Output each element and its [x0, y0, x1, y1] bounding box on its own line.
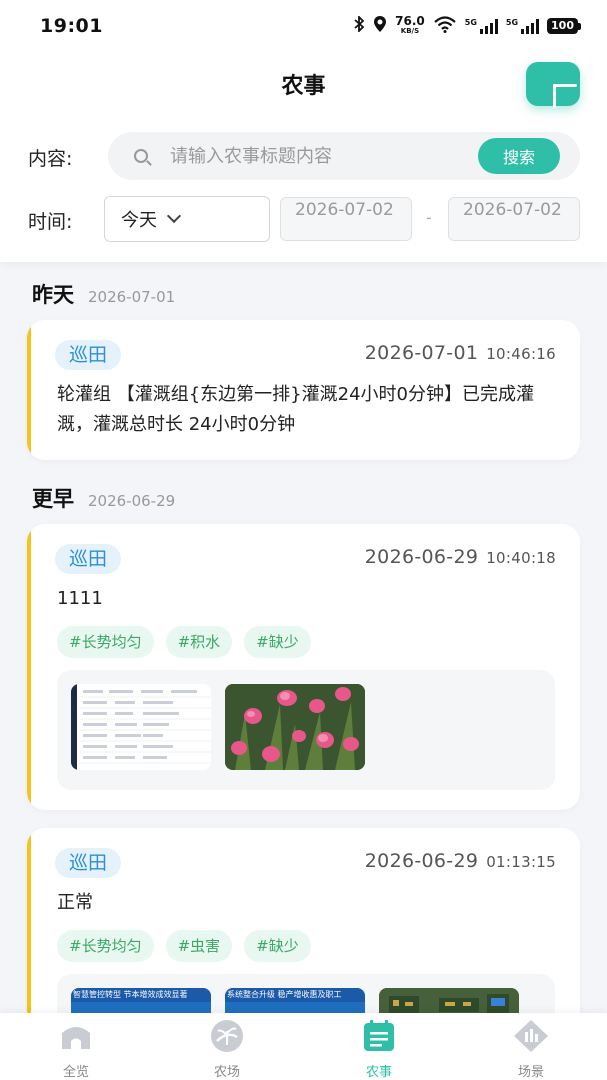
record-datetime: 2026-06-29 01:13:15	[365, 850, 556, 872]
tab-label: 场景	[517, 1065, 544, 1080]
end-date-input[interactable]: 2026-07-02	[448, 197, 580, 241]
tab-label: 全览	[62, 1065, 89, 1080]
section-header: 更早 2026-06-29	[32, 483, 175, 513]
record-card[interactable]: 巡田 2026-06-29 10:40:18 1111 #长势均匀 #积水 #缺少	[27, 524, 580, 810]
start-date-input[interactable]: 2026-07-02	[280, 197, 412, 241]
location-icon	[373, 15, 387, 37]
content-label: 内容:	[28, 148, 73, 170]
date-separator: -	[426, 208, 432, 227]
network-speed: 76.0 KB/S	[395, 14, 425, 35]
farm-records-icon	[359, 1019, 399, 1057]
time-range-select[interactable]: 今天	[104, 196, 270, 242]
tulip-flowers-image[interactable]	[225, 684, 365, 770]
cellular-signal-icon: 5G	[465, 18, 498, 34]
tab-overview[interactable]: 全览	[36, 1019, 116, 1080]
record-text: 轮灌组 【灌溉组{东边第一排}灌溉24小时0分钟】已完成灌溉，灌溉总时长 24小…	[57, 384, 534, 435]
record-card[interactable]: 巡田 2026-07-01 10:46:16 轮灌组 【灌溉组{东边第一排}灌溉2…	[27, 320, 580, 460]
record-type-tag: 巡田	[55, 848, 122, 878]
record-text: 1111	[57, 588, 103, 609]
record-type-tag: 巡田	[55, 340, 122, 370]
battery-icon: 100	[547, 18, 581, 34]
tab-label: 农场	[213, 1065, 240, 1080]
bluetooth-icon	[353, 14, 365, 36]
record-text: 正常	[57, 892, 93, 913]
section-header: 昨天 2026-07-01	[32, 279, 175, 309]
record-date: 2026-06-29	[364, 850, 479, 872]
cellular-signal-icon: 5G	[506, 18, 540, 34]
tab-bar: 全览 农场 农事 场景	[0, 1013, 607, 1080]
record-date: 2026-06-29	[364, 546, 479, 568]
section-date: 2026-07-01	[88, 288, 176, 306]
hashtag: #积水	[165, 626, 233, 658]
scene-icon	[511, 1019, 551, 1057]
tab-farm-records[interactable]: 农事	[339, 1019, 419, 1080]
header: 农事 内容: 搜索 时间: 今天 2026-07-02 - 2026-07-02	[0, 52, 607, 262]
time-label: 时间:	[28, 211, 73, 233]
farm-icon	[207, 1019, 247, 1057]
tab-farm[interactable]: 农场	[187, 1019, 267, 1080]
record-time: 10:40:18	[486, 549, 556, 567]
hashtag: #缺少	[244, 930, 311, 962]
chevron-down-icon	[166, 208, 182, 224]
search-button[interactable]: 搜索	[478, 138, 560, 174]
record-time: 01:13:15	[486, 853, 556, 871]
record-time: 10:46:16	[486, 345, 556, 363]
hashtag-list: #长势均匀 #积水 #缺少	[57, 626, 311, 658]
banner-caption: 智慧管控转型 节本增效成效显著	[71, 988, 211, 1002]
banner-caption: 系统整合升级 稳产增收惠及职工	[225, 988, 365, 1002]
status-icons: 76.0 KB/S 5G 5G 100	[353, 14, 581, 37]
add-record-button[interactable]	[526, 62, 580, 108]
hashtag: #虫害	[165, 930, 233, 962]
record-datetime: 2026-06-29 10:40:18	[365, 546, 556, 568]
hashtag-list: #长势均匀 #虫害 #缺少	[57, 930, 311, 962]
page-title: 农事	[281, 74, 326, 99]
hashtag: #缺少	[244, 626, 311, 658]
search-input[interactable]	[170, 145, 470, 167]
search-bar: 搜索	[108, 132, 580, 180]
time-range-value: 今天	[121, 210, 157, 231]
card-accent-stripe	[27, 320, 31, 460]
search-icon	[134, 149, 148, 163]
record-date: 2026-07-01	[364, 342, 479, 364]
tab-label: 农事	[365, 1065, 392, 1080]
hashtag: #长势均匀	[57, 930, 154, 962]
record-datetime: 2026-07-01 10:46:16	[365, 342, 556, 364]
section-title: 昨天	[32, 283, 74, 307]
tab-scene[interactable]: 场景	[491, 1019, 571, 1080]
section-title: 更早	[32, 487, 74, 511]
table-screenshot-image[interactable]	[71, 684, 211, 770]
wifi-icon	[433, 15, 457, 37]
photo-gallery	[57, 670, 555, 790]
hashtag: #长势均匀	[57, 626, 154, 658]
card-accent-stripe	[27, 524, 31, 810]
home-icon	[56, 1019, 96, 1057]
record-type-tag: 巡田	[55, 544, 122, 574]
status-time: 19:01	[40, 15, 103, 37]
section-date: 2026-06-29	[88, 492, 176, 510]
status-bar: 19:01 76.0 KB/S 5G 5G 100	[0, 0, 607, 52]
